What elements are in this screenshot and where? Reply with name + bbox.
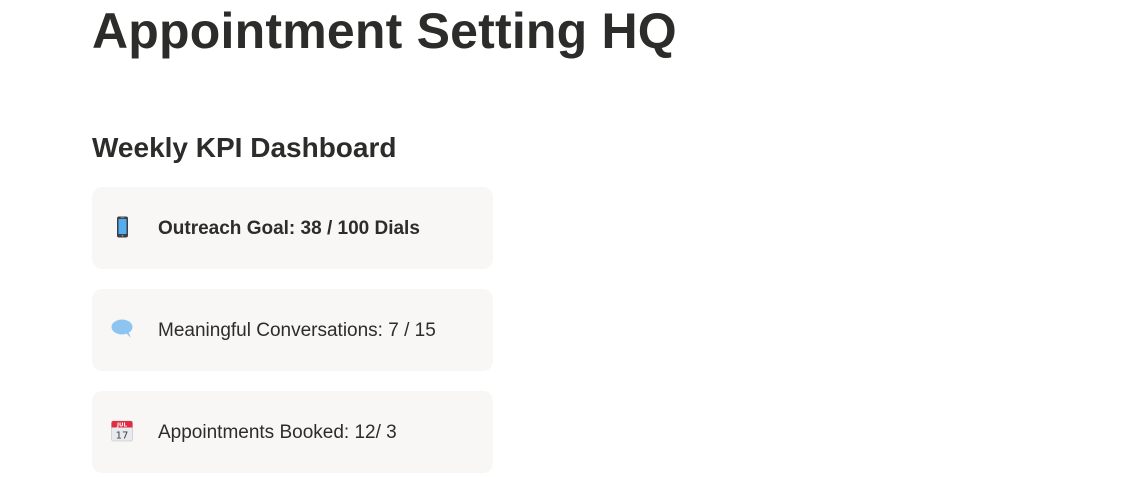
conversations-text: Meaningful Conversations: 7 / 15 bbox=[158, 320, 436, 341]
kpi-dashboard-heading: Weekly KPI Dashboard bbox=[92, 132, 397, 163]
mobile-phone-icon bbox=[111, 216, 133, 238]
calendar-icon-month: JUL bbox=[116, 423, 128, 429]
appointments-callout: JUL 17 Appointments Booked: 12/ 3 bbox=[92, 391, 493, 473]
calendar-icon-day: 17 bbox=[116, 431, 129, 442]
page-title: Appointment Setting HQ bbox=[92, 3, 677, 59]
speech-bubble-icon bbox=[111, 318, 133, 340]
appointments-text: Appointments Booked: 12/ 3 bbox=[158, 422, 397, 443]
conversations-callout: Meaningful Conversations: 7 / 15 bbox=[92, 289, 493, 371]
outreach-goal-text: Outreach Goal: 38 / 100 Dials bbox=[158, 218, 420, 239]
outreach-goal-callout: Outreach Goal: 38 / 100 Dials bbox=[92, 187, 493, 269]
calendar-icon: JUL 17 bbox=[111, 420, 133, 442]
